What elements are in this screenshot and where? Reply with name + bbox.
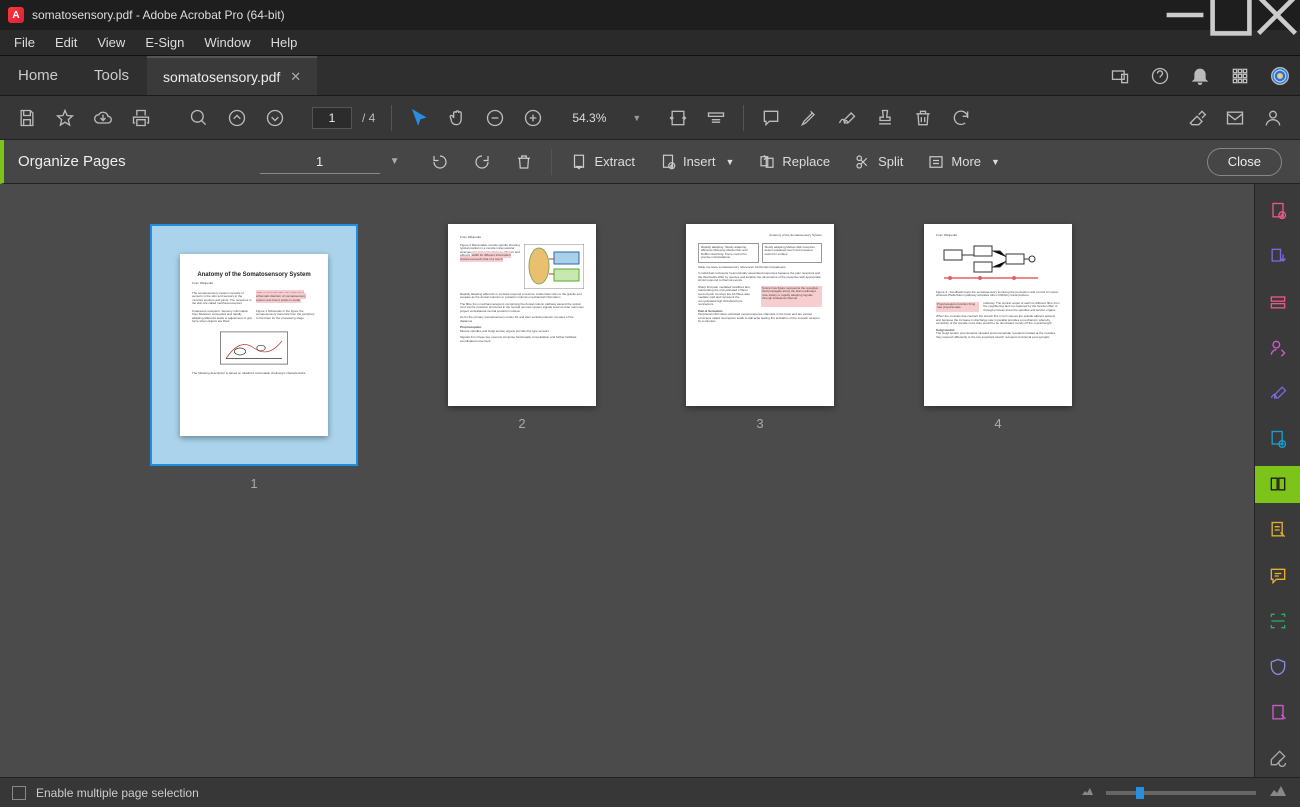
thumbnail-size-slider[interactable] [1106, 791, 1256, 795]
zoom-dropdown-icon[interactable]: ▼ [632, 113, 641, 123]
tab-tools[interactable]: Tools [76, 56, 147, 95]
menu-file[interactable]: File [4, 32, 45, 53]
fit-width-icon[interactable] [661, 101, 695, 135]
page-number-3: 3 [756, 416, 763, 431]
multi-select-checkbox[interactable] [12, 786, 26, 800]
split-button[interactable]: Split [844, 145, 913, 179]
close-tab-icon[interactable]: ✕ [290, 69, 301, 85]
erase-icon[interactable] [1180, 101, 1214, 135]
thumb-small-icon[interactable] [1080, 785, 1094, 800]
close-button[interactable]: Close [1207, 148, 1282, 176]
export-pdf-icon[interactable] [1255, 238, 1300, 276]
right-tools-panel [1254, 184, 1300, 777]
document-tab[interactable]: somatosensory.pdf ✕ [147, 56, 317, 95]
page-thumbnail-4[interactable]: From Wikipedia Figure 3 - Feedback loops… [924, 224, 1072, 431]
print-icon[interactable] [124, 101, 158, 135]
sign-icon[interactable] [830, 101, 864, 135]
minimize-button[interactable] [1162, 0, 1208, 30]
page-thumbnails-area: Anatomy of the Somatosensory System From… [0, 184, 1254, 777]
page-thumbnail-2[interactable]: From Wikipedia Figure 2 Mammalian muscle… [448, 224, 596, 431]
menu-help[interactable]: Help [261, 32, 308, 53]
redact-icon[interactable] [1255, 694, 1300, 732]
rotate-ccw-button[interactable] [421, 145, 459, 179]
edit-pdf-icon[interactable] [1255, 283, 1300, 321]
read-mode-icon[interactable] [699, 101, 733, 135]
share-devices-icon[interactable] [1100, 56, 1140, 95]
page-number-1: 1 [250, 476, 257, 491]
profile-icon[interactable] [1260, 56, 1300, 95]
page-thumbnail-1[interactable]: Anatomy of the Somatosensory System From… [150, 224, 358, 491]
extract-button[interactable]: Extract [560, 145, 644, 179]
page-number-4: 4 [994, 416, 1001, 431]
menu-esign[interactable]: E-Sign [135, 32, 194, 53]
zoom-out-icon[interactable] [478, 101, 512, 135]
page-number-2: 2 [518, 416, 525, 431]
bell-icon[interactable] [1180, 56, 1220, 95]
window-title: somatosensory.pdf - Adobe Acrobat Pro (6… [32, 8, 285, 22]
document-tab-label: somatosensory.pdf [163, 69, 280, 85]
delete-icon[interactable] [906, 101, 940, 135]
multi-select-label: Enable multiple page selection [36, 786, 199, 800]
thumb-large-icon[interactable] [1268, 784, 1288, 801]
organize-pages-bar: Organize Pages 1 ▼ Extract Insert▼ Repla… [0, 140, 1300, 184]
protect-icon[interactable] [1255, 648, 1300, 686]
page1-title: Anatomy of the Somatosensory System [192, 272, 316, 278]
help-icon[interactable] [1140, 56, 1180, 95]
close-window-button[interactable] [1254, 0, 1300, 30]
cloud-icon[interactable] [86, 101, 120, 135]
page-number-input[interactable]: 1 [312, 107, 352, 129]
zoom-level[interactable]: 54.3% [554, 105, 624, 131]
comment-icon[interactable] [754, 101, 788, 135]
mail-icon[interactable] [1218, 101, 1252, 135]
page-count-label: / 4 [362, 111, 375, 125]
page-up-icon[interactable] [220, 101, 254, 135]
delete-page-button[interactable] [505, 145, 543, 179]
menubar: File Edit View E-Sign Window Help [0, 30, 1300, 56]
rotate-cw-button[interactable] [463, 145, 501, 179]
scan-icon[interactable] [1255, 602, 1300, 640]
fill-sign-icon[interactable] [1255, 374, 1300, 412]
apps-grid-icon[interactable] [1220, 56, 1260, 95]
zoom-in-icon[interactable] [516, 101, 550, 135]
more-tools-icon[interactable] [1255, 739, 1300, 777]
insert-button[interactable]: Insert▼ [649, 145, 744, 179]
organize-title: Organize Pages [4, 153, 140, 170]
organize-page-dropdown-icon[interactable]: ▼ [390, 156, 400, 167]
stamp-icon[interactable] [868, 101, 902, 135]
tabbar: Home Tools somatosensory.pdf ✕ [0, 56, 1300, 96]
find-icon[interactable] [182, 101, 216, 135]
account-icon[interactable] [1256, 101, 1290, 135]
more-button[interactable]: More▼ [917, 145, 1010, 179]
page-thumbnail-3[interactable]: Anatomy of the Somatosensory System Rapi… [686, 224, 834, 431]
app-icon: A [8, 7, 24, 23]
rotate-icon[interactable] [944, 101, 978, 135]
star-icon[interactable] [48, 101, 82, 135]
select-tool-icon[interactable] [402, 101, 436, 135]
menu-window[interactable]: Window [194, 32, 260, 53]
footer-bar: Enable multiple page selection [0, 777, 1300, 807]
menu-view[interactable]: View [87, 32, 135, 53]
maximize-button[interactable] [1208, 0, 1254, 30]
tab-home[interactable]: Home [0, 56, 76, 95]
request-sign-icon[interactable] [1255, 329, 1300, 367]
hand-tool-icon[interactable] [440, 101, 474, 135]
menu-edit[interactable]: Edit [45, 32, 87, 53]
main-toolbar: 1 / 4 54.3% ▼ [0, 96, 1300, 140]
combine-icon[interactable] [1255, 420, 1300, 458]
titlebar: A somatosensory.pdf - Adobe Acrobat Pro … [0, 0, 1300, 30]
comment-tool-icon[interactable] [1255, 511, 1300, 549]
page-down-icon[interactable] [258, 101, 292, 135]
replace-button[interactable]: Replace [748, 145, 840, 179]
sticky-note-icon[interactable] [1255, 557, 1300, 595]
save-icon[interactable] [10, 101, 44, 135]
highlight-icon[interactable] [792, 101, 826, 135]
create-pdf-icon[interactable] [1255, 192, 1300, 230]
organize-page-input[interactable]: 1 [260, 150, 380, 174]
organize-pages-icon[interactable] [1255, 466, 1300, 504]
